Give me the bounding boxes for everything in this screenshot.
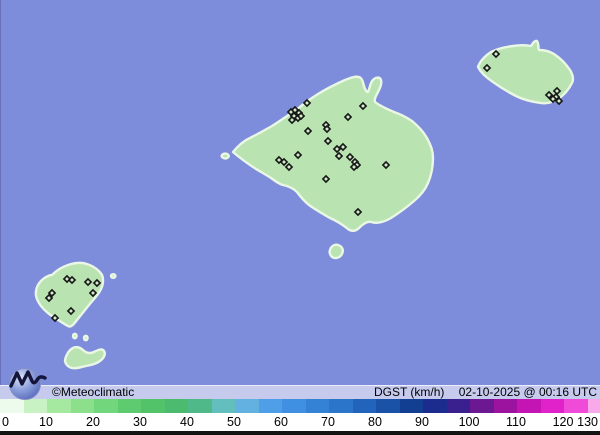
map-variable-and-time: DGST (km/h) 02-10-2025 @ 00:16 UTC xyxy=(374,386,597,399)
variable-label: DGST (km/h) xyxy=(373,385,445,399)
bottom-border xyxy=(0,431,600,435)
status-bar: ©Meteoclimatic DGST (km/h) 02-10-2025 @ … xyxy=(0,385,600,399)
balearic-map xyxy=(34,39,575,370)
colorbar-block xyxy=(211,399,235,413)
colorbar-block xyxy=(493,399,517,413)
colorbar-block xyxy=(329,399,353,413)
island-islet-espalmador-2 xyxy=(82,334,89,342)
colorbar-block xyxy=(446,399,470,413)
island-islet-espalmador-1 xyxy=(71,332,78,340)
island-mallorca xyxy=(231,75,435,232)
colorbar-block xyxy=(352,399,376,413)
tick-label: 60 xyxy=(274,415,288,429)
colorbar-block xyxy=(564,399,588,413)
colorbar-block xyxy=(376,399,400,413)
map-area xyxy=(0,0,600,435)
colorbar-block xyxy=(399,399,423,413)
colorbar-block xyxy=(540,399,564,413)
tick-label: 120 xyxy=(552,415,574,429)
tick-label: 100 xyxy=(458,415,480,429)
tick-label: 30 xyxy=(133,415,147,429)
colorbar-block xyxy=(517,399,541,413)
colorbar-block xyxy=(423,399,447,413)
tick-label: 20 xyxy=(86,415,100,429)
tick-label: 70 xyxy=(321,415,335,429)
island-cabrera xyxy=(328,243,344,260)
colorbar-block xyxy=(141,399,165,413)
colorbar-gradient xyxy=(0,399,600,413)
colorbar-block xyxy=(164,399,188,413)
colorbar-block xyxy=(587,399,600,413)
tick-label: 110 xyxy=(506,415,526,429)
tick-label: 90 xyxy=(415,415,429,429)
colorbar-block xyxy=(282,399,306,413)
tick-label: 0 xyxy=(2,415,9,429)
tick-label: 10 xyxy=(39,415,53,429)
islands-layer xyxy=(34,39,575,370)
colorbar-block xyxy=(470,399,494,413)
colorbar-block xyxy=(117,399,141,413)
logo-globe xyxy=(9,368,41,400)
tick-label: 40 xyxy=(180,415,194,429)
colorbar-block xyxy=(188,399,212,413)
weather-map-page: ©Meteoclimatic DGST (km/h) 02-10-2025 @ … xyxy=(0,0,600,435)
colorbar-block xyxy=(70,399,94,413)
timestamp-label: 02-10-2025 @ 00:16 UTC xyxy=(458,385,597,399)
colorbar-block xyxy=(258,399,282,413)
colorbar-ticks: 0 10 20 30 40 50 60 70 80 90 100 110 120 130 xyxy=(0,413,600,431)
island-formentera xyxy=(63,346,106,370)
island-dragonera xyxy=(220,152,230,160)
tick-label: 130 xyxy=(577,415,598,429)
copyright-label: ©Meteoclimatic xyxy=(52,385,135,399)
island-islet-tagomago xyxy=(109,273,117,279)
colorbar-block xyxy=(94,399,118,413)
island-menorca xyxy=(476,39,575,105)
tick-label: 80 xyxy=(368,415,382,429)
logo-graphic xyxy=(9,368,47,400)
colorbar-block xyxy=(305,399,329,413)
meteoclimatic-logo[interactable] xyxy=(7,363,47,403)
tick-label: 50 xyxy=(227,415,241,429)
colorbar-block xyxy=(47,399,71,413)
colorbar-block xyxy=(235,399,259,413)
